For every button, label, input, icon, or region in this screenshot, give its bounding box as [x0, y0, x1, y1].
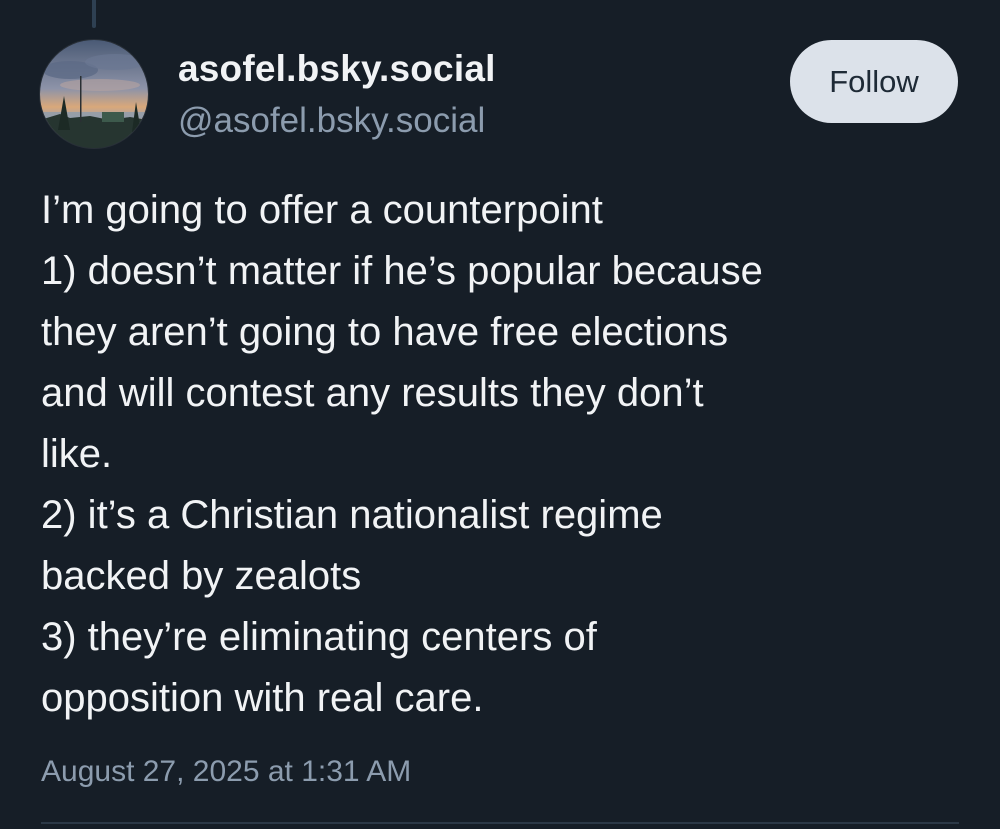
- post-text-line: opposition with real care.: [41, 676, 484, 720]
- post-text-line: like.: [41, 432, 113, 476]
- author-display-name[interactable]: asofel.bsky.social: [178, 48, 496, 90]
- post-text-line: and will contest any results they don’t: [41, 371, 704, 415]
- post-text-line: they aren’t going to have free elections: [41, 310, 729, 354]
- post-text-line: I’m going to offer a counterpoint: [41, 188, 603, 232]
- post-text-line: backed by zealots: [41, 554, 362, 598]
- post-text-line: 1) doesn’t matter if he’s popular becaus…: [41, 249, 763, 293]
- post-timestamp[interactable]: August 27, 2025 at 1:31 AM: [41, 755, 411, 789]
- post-text-line: 3) they’re eliminating centers of: [41, 615, 597, 659]
- post-text: I’m going to offer a counterpoint 1) doe…: [41, 180, 961, 729]
- post-text-line: 2) it’s a Christian nationalist regime: [41, 493, 663, 537]
- divider: [41, 822, 959, 824]
- thread-connector-line: [92, 0, 96, 28]
- avatar[interactable]: [40, 40, 148, 148]
- avatar-photo: [40, 40, 148, 148]
- author-handle[interactable]: @asofel.bsky.social: [178, 101, 485, 141]
- follow-button[interactable]: Follow: [790, 40, 958, 123]
